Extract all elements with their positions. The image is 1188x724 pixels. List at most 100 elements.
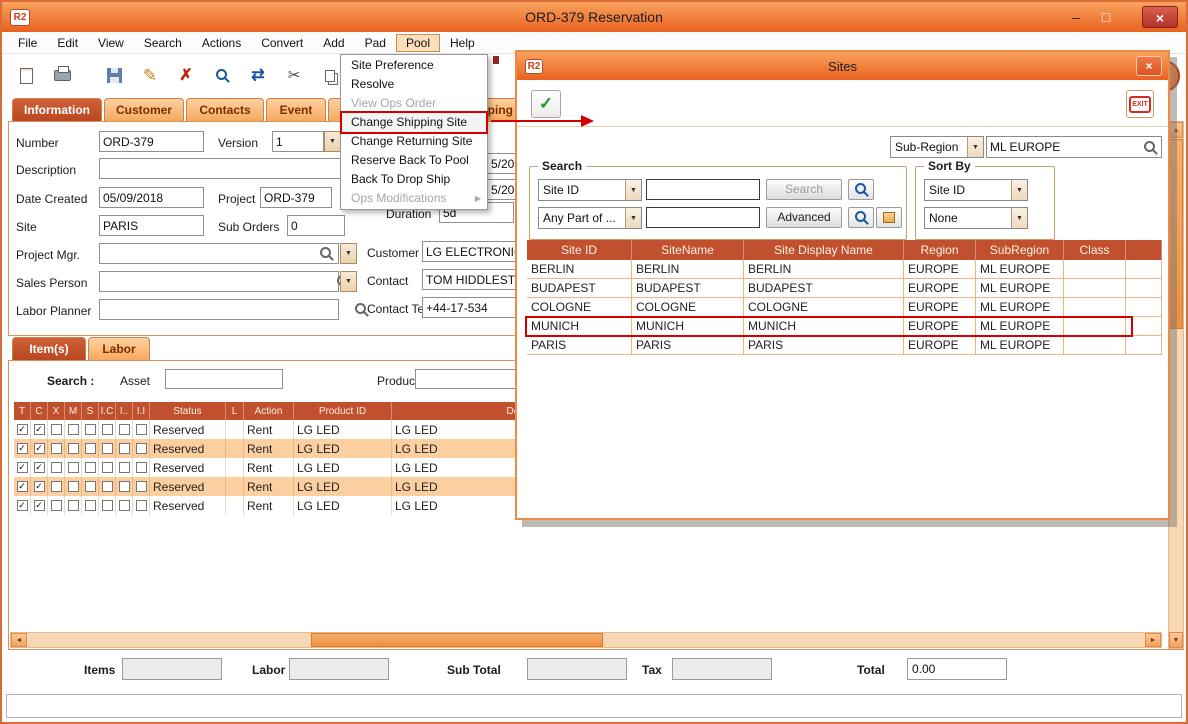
menu-pad[interactable]: Pad (355, 34, 396, 52)
item-checkbox[interactable] (68, 481, 79, 492)
col-m[interactable]: M (65, 402, 82, 420)
sites-row-cologne[interactable]: COLOGNE COLOGNE COLOGNE EUROPE ML EUROPE (527, 298, 1162, 317)
item-checkbox[interactable] (34, 443, 45, 454)
site-field[interactable] (99, 215, 204, 236)
col-action[interactable]: Action (244, 402, 294, 420)
item-checkbox[interactable] (85, 500, 96, 511)
col-region[interactable]: Region (904, 240, 976, 260)
item-checkbox[interactable] (85, 481, 96, 492)
asset-search-input[interactable] (165, 369, 283, 389)
tab-event[interactable]: Event (266, 98, 326, 121)
item-checkbox[interactable] (85, 424, 96, 435)
maximize-button[interactable]: □ (1092, 7, 1120, 27)
item-checkbox[interactable] (34, 462, 45, 473)
menu-item-back-to-drop-ship[interactable]: Back To Drop Ship (342, 170, 486, 189)
items-total-field[interactable] (122, 658, 222, 680)
dropdown-arrow-icon[interactable] (1011, 180, 1027, 200)
sites-row-paris[interactable]: PARIS PARIS PARIS EUROPE ML EUROPE (527, 336, 1162, 355)
item-checkbox[interactable] (119, 424, 130, 435)
project-mgr-search-icon[interactable] (320, 247, 333, 260)
item-checkbox[interactable] (34, 481, 45, 492)
menu-view[interactable]: View (88, 34, 134, 52)
horizontal-scrollbar[interactable]: ◄ ► (10, 632, 1162, 648)
convert-button[interactable]: ⇄ (242, 60, 274, 92)
number-field[interactable] (99, 131, 204, 152)
menu-actions[interactable]: Actions (192, 34, 251, 52)
item-checkbox[interactable] (68, 462, 79, 473)
item-checkbox[interactable] (102, 443, 113, 454)
col-l[interactable]: L (226, 402, 244, 420)
scroll-down-button[interactable]: ▼ (1169, 632, 1183, 648)
item-checkbox[interactable] (119, 481, 130, 492)
close-button[interactable]: × (1142, 6, 1178, 28)
menu-add[interactable]: Add (313, 34, 354, 52)
menu-item-change-returning-site[interactable]: Change Returning Site (342, 132, 486, 151)
sites-row-berlin[interactable]: BERLIN BERLIN BERLIN EUROPE ML EUROPE (527, 260, 1162, 279)
minimize-button[interactable]: – (1062, 7, 1090, 27)
subregion-search-field[interactable] (986, 136, 1162, 158)
project-field[interactable] (260, 187, 332, 208)
search-button[interactable]: Search (766, 179, 842, 200)
subtotal-field[interactable] (527, 658, 627, 680)
col-product-id[interactable]: Product ID (294, 402, 392, 420)
item-checkbox[interactable] (136, 462, 147, 473)
vertical-scrollbar[interactable]: ▲ ▼ (1168, 121, 1184, 649)
item-checkbox[interactable] (68, 443, 79, 454)
menu-item-change-shipping-site[interactable]: Change Shipping Site (342, 113, 486, 132)
item-checkbox[interactable] (17, 424, 28, 435)
hscrollbar-thumb[interactable] (311, 633, 603, 647)
tab-contacts[interactable]: Contacts (186, 98, 264, 121)
total-field[interactable] (907, 658, 1007, 680)
print-button[interactable] (46, 60, 78, 92)
item-checkbox[interactable] (17, 462, 28, 473)
edit-button[interactable]: ✎ (134, 60, 166, 92)
item-checkbox[interactable] (85, 443, 96, 454)
item-checkbox[interactable] (119, 500, 130, 511)
find-button[interactable] (206, 60, 238, 92)
new-button[interactable] (10, 60, 42, 92)
match-value-input[interactable] (646, 207, 760, 228)
item-checkbox[interactable] (102, 462, 113, 473)
menu-convert[interactable]: Convert (251, 34, 313, 52)
item-checkbox[interactable] (17, 500, 28, 511)
item-checkbox[interactable] (136, 500, 147, 511)
advanced-button[interactable]: Advanced (766, 207, 842, 228)
col-s[interactable]: S (82, 402, 99, 420)
sales-person-field[interactable] (99, 271, 339, 292)
sort-secondary-dropdown[interactable]: None (924, 207, 1028, 229)
item-checkbox[interactable] (102, 500, 113, 511)
search-field-dropdown[interactable]: Site ID (538, 179, 642, 201)
vscrollbar-thumb[interactable] (1169, 139, 1183, 329)
item-checkbox[interactable] (119, 443, 130, 454)
dropdown-arrow-icon[interactable] (625, 208, 641, 228)
col-c[interactable]: C (31, 402, 48, 420)
col-site-name[interactable]: SiteName (632, 240, 744, 260)
col-ic[interactable]: I.C (99, 402, 116, 420)
item-checkbox[interactable] (51, 462, 62, 473)
col-i1[interactable]: I.. (116, 402, 133, 420)
dropdown-arrow-icon[interactable] (625, 180, 641, 200)
search-value-input[interactable] (646, 179, 760, 200)
tax-field[interactable] (672, 658, 772, 680)
match-mode-dropdown[interactable]: Any Part of ... (538, 207, 642, 229)
col-class[interactable]: Class (1064, 240, 1126, 260)
scroll-up-button[interactable]: ▲ (1169, 122, 1183, 138)
menu-pool[interactable]: Pool (396, 34, 440, 52)
item-checkbox[interactable] (68, 500, 79, 511)
sales-person-dropdown-button[interactable] (340, 271, 357, 292)
item-checkbox[interactable] (34, 424, 45, 435)
version-dropdown-button[interactable] (324, 131, 341, 152)
item-checkbox[interactable] (119, 462, 130, 473)
item-checkbox[interactable] (102, 424, 113, 435)
item-checkbox[interactable] (85, 462, 96, 473)
col-subregion[interactable]: SubRegion (976, 240, 1064, 260)
tab-labor[interactable]: Labor (88, 337, 150, 360)
item-checkbox[interactable] (51, 500, 62, 511)
col-site-id[interactable]: Site ID (527, 240, 632, 260)
item-checkbox[interactable] (136, 481, 147, 492)
tab-items[interactable]: Item(s) (12, 337, 86, 360)
project-mgr-dropdown-button[interactable] (340, 243, 357, 264)
sites-row-budapest[interactable]: BUDAPEST BUDAPEST BUDAPEST EUROPE ML EUR… (527, 279, 1162, 298)
item-checkbox[interactable] (136, 424, 147, 435)
advanced-search-button[interactable] (848, 207, 874, 228)
